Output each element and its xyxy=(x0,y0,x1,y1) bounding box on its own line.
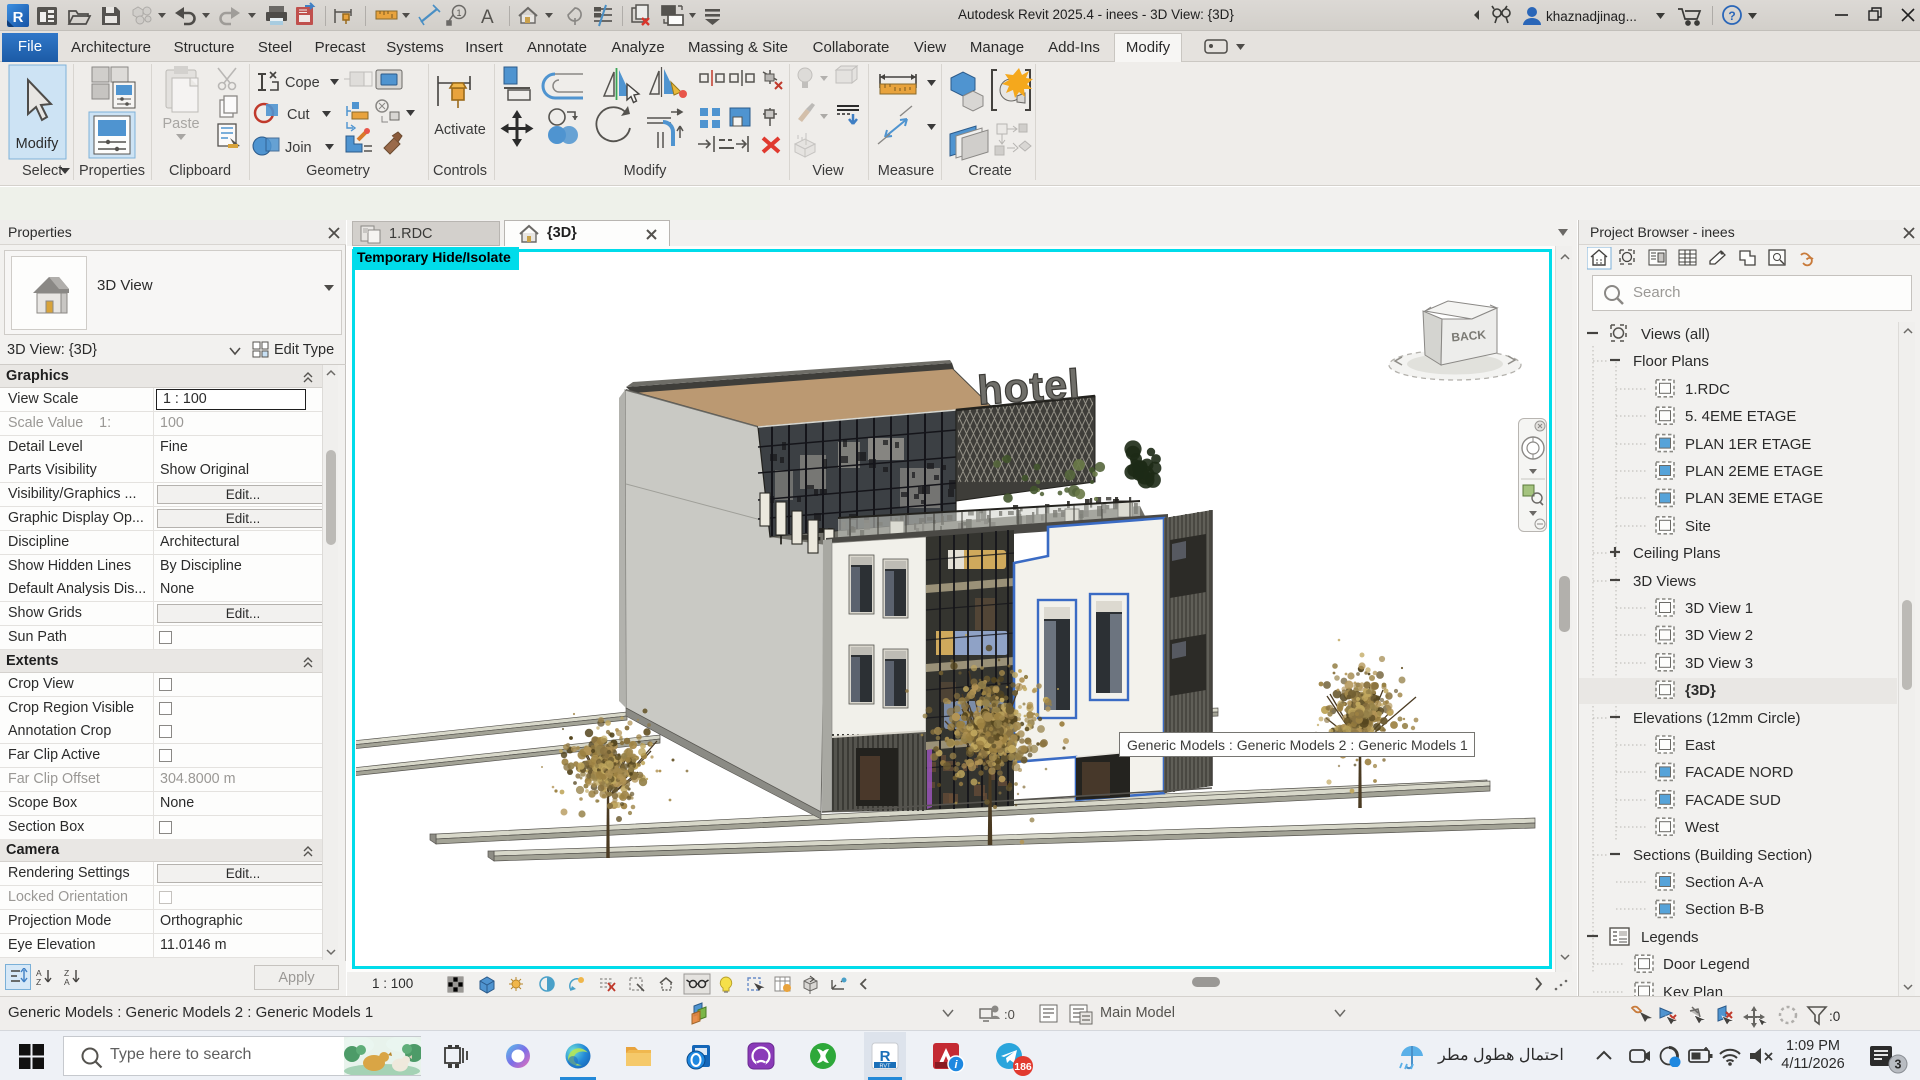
svg-text:Collaborate: Collaborate xyxy=(813,39,890,56)
svg-text::0: :0 xyxy=(1829,1009,1840,1024)
svg-text:Views (all): Views (all) xyxy=(1641,326,1710,343)
svg-text:RVT: RVT xyxy=(880,1064,892,1070)
svg-text:3D View 1: 3D View 1 xyxy=(1685,600,1753,617)
svg-text:Sections (Building Section): Sections (Building Section) xyxy=(1633,847,1812,864)
svg-text:Select: Select xyxy=(22,163,62,179)
svg-text:Site: Site xyxy=(1685,518,1711,535)
svg-text:3D Views: 3D Views xyxy=(1633,573,1696,590)
svg-text:Section B-B: Section B-B xyxy=(1685,901,1764,918)
svg-text:Precast: Precast xyxy=(315,39,367,56)
svg-text:Modify: Modify xyxy=(16,136,59,152)
svg-text:1: 1 xyxy=(456,8,461,18)
svg-text:Cut: Cut xyxy=(287,107,310,123)
svg-text:Key Plan: Key Plan xyxy=(1663,984,1723,996)
svg-text:View: View xyxy=(812,163,844,179)
svg-text:Add-Ins: Add-Ins xyxy=(1048,39,1100,56)
svg-text:Cope: Cope xyxy=(285,75,320,91)
svg-text:3: 3 xyxy=(1895,1058,1902,1072)
svg-text:Z: Z xyxy=(36,977,41,986)
svg-text::0: :0 xyxy=(1004,1007,1015,1022)
svg-text:Systems: Systems xyxy=(386,39,444,56)
svg-text:View: View xyxy=(914,39,946,56)
svg-text:PLAN 3EME ETAGE: PLAN 3EME ETAGE xyxy=(1685,490,1823,507)
svg-text:Create: Create xyxy=(968,163,1012,179)
svg-text:5. 4EME ETAGE: 5. 4EME ETAGE xyxy=(1685,408,1796,425)
svg-text:Legends: Legends xyxy=(1641,929,1699,946)
svg-text:Ceiling Plans: Ceiling Plans xyxy=(1633,545,1721,562)
svg-text:East: East xyxy=(1685,737,1716,754)
svg-text:Architecture: Architecture xyxy=(71,39,151,56)
svg-text:Modify: Modify xyxy=(1126,39,1171,56)
svg-text:Annotate: Annotate xyxy=(527,39,587,56)
svg-text:Properties: Properties xyxy=(79,163,145,179)
svg-text:PLAN 2EME ETAGE: PLAN 2EME ETAGE xyxy=(1685,463,1823,480)
svg-text:{3D}: {3D} xyxy=(1685,682,1716,699)
svg-text:West: West xyxy=(1685,819,1720,836)
svg-text:khaznadjinag...: khaznadjinag... xyxy=(1546,9,1637,24)
svg-text:Analyze: Analyze xyxy=(611,39,664,56)
svg-text:Elevations (12mm Circle): Elevations (12mm Circle) xyxy=(1633,710,1801,727)
svg-text:A: A xyxy=(64,977,70,986)
svg-text:Controls: Controls xyxy=(433,163,487,179)
svg-text:3D View 2: 3D View 2 xyxy=(1685,627,1753,644)
svg-text:Section A-A: Section A-A xyxy=(1685,874,1763,891)
svg-text:PLAN 1ER ETAGE: PLAN 1ER ETAGE xyxy=(1685,436,1811,453)
svg-text:Massing & Site: Massing & Site xyxy=(688,39,788,56)
svg-text:Steel: Steel xyxy=(258,39,292,56)
svg-text:Floor Plans: Floor Plans xyxy=(1633,353,1709,370)
svg-text:Door Legend: Door Legend xyxy=(1663,956,1750,973)
svg-text:Join: Join xyxy=(285,140,312,156)
svg-text:Clipboard: Clipboard xyxy=(169,163,231,179)
svg-text:R: R xyxy=(13,9,24,26)
svg-text:Measure: Measure xyxy=(878,163,934,179)
svg-text:Geometry: Geometry xyxy=(306,163,370,179)
svg-text:FACADE NORD: FACADE NORD xyxy=(1685,764,1794,781)
svg-text:Manage: Manage xyxy=(970,39,1024,56)
svg-text:3D View 3: 3D View 3 xyxy=(1685,655,1753,672)
svg-text:hotel: hotel xyxy=(976,360,1082,413)
svg-text:186: 186 xyxy=(1014,1061,1032,1073)
svg-text:Structure: Structure xyxy=(174,39,235,56)
svg-text:A: A xyxy=(481,7,494,28)
svg-text:Activate: Activate xyxy=(434,122,486,138)
svg-text:Paste: Paste xyxy=(162,116,199,132)
svg-text:?: ? xyxy=(1728,9,1735,23)
svg-text:1.RDC: 1.RDC xyxy=(1685,381,1730,398)
svg-text:Insert: Insert xyxy=(465,39,503,56)
svg-text:Modify: Modify xyxy=(624,163,667,179)
svg-text:FACADE SUD: FACADE SUD xyxy=(1685,792,1781,809)
